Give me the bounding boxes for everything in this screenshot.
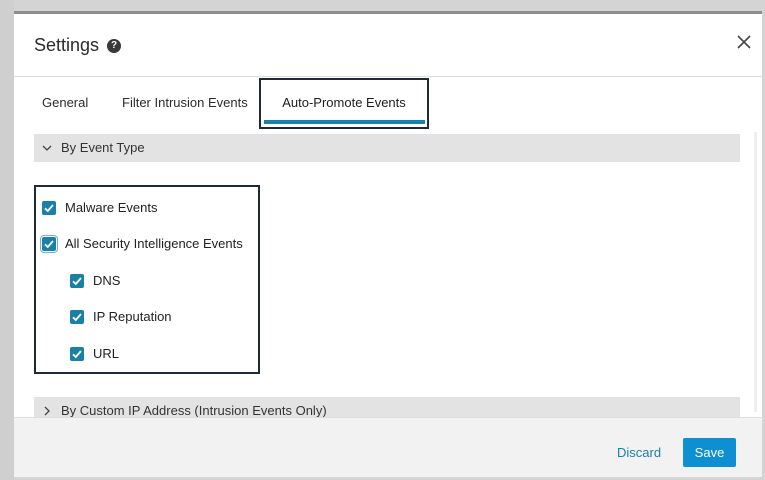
checkbox-label: URL: [93, 346, 120, 361]
checkbox-checked[interactable]: [42, 201, 56, 215]
active-tab-indicator: [264, 120, 425, 124]
section-by-event-type[interactable]: By Event Type: [34, 134, 740, 162]
dialog-title: Settings: [34, 35, 100, 55]
checkbox-checked[interactable]: [70, 274, 84, 288]
checkbox-checked[interactable]: [42, 237, 56, 251]
tab-filter-intrusion-events[interactable]: Filter Intrusion Events: [122, 77, 248, 132]
discard-button[interactable]: Discard: [617, 445, 661, 460]
tab-bar: General Filter Intrusion Events Auto-Pro…: [14, 77, 762, 132]
close-icon[interactable]: [734, 32, 754, 52]
settings-dialog: Settings ? General Filter Intrusion Even…: [14, 11, 762, 477]
checkbox-label: DNS: [93, 273, 121, 288]
dialog-header: Settings ?: [14, 14, 762, 76]
chevron-down-icon: [40, 134, 54, 162]
tab-general[interactable]: General: [42, 77, 88, 132]
section-label: By Event Type: [61, 140, 145, 155]
dialog-footer: Discard Save: [14, 417, 762, 477]
checkbox-label: Malware Events: [65, 200, 158, 215]
checkbox-checked[interactable]: [70, 310, 84, 324]
checkbox-label: IP Reputation: [93, 309, 172, 324]
scrollbar[interactable]: [754, 132, 757, 412]
save-button[interactable]: Save: [683, 438, 736, 467]
checkbox-checked[interactable]: [70, 347, 84, 361]
help-icon[interactable]: ?: [107, 39, 121, 53]
checkbox-label: All Security Intelligence Events: [65, 236, 243, 251]
background-page-edge: [0, 0, 14, 480]
